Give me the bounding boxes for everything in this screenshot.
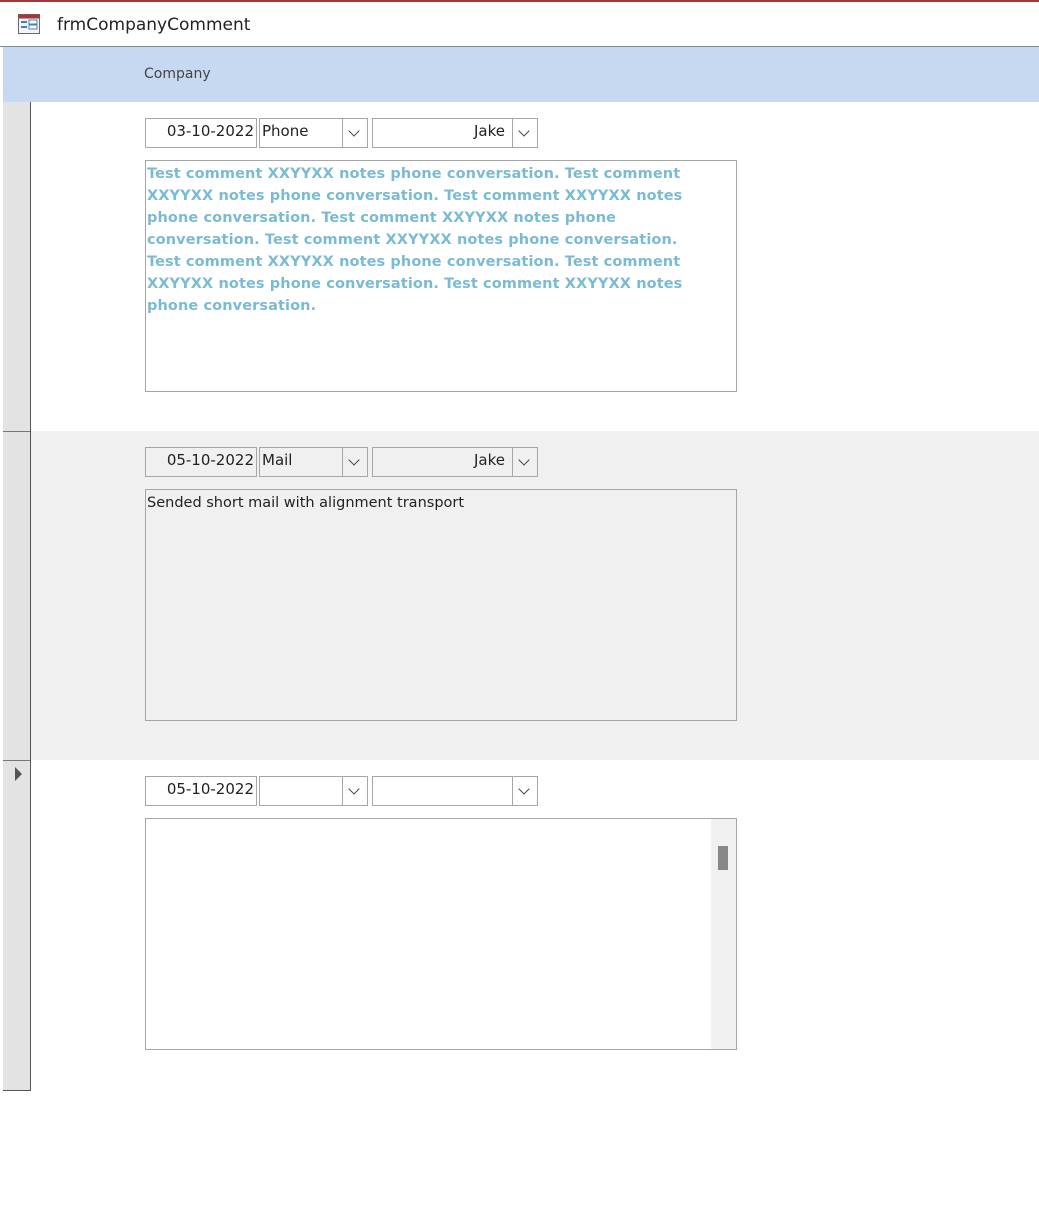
type-value: Mail	[262, 451, 293, 469]
type-dropdown-button[interactable]	[342, 448, 367, 476]
user-dropdown-button[interactable]	[512, 777, 537, 805]
type-dropdown-button[interactable]	[342, 777, 367, 805]
scrollbar-thumb[interactable]	[718, 846, 728, 870]
chevron-down-icon	[348, 783, 360, 795]
vertical-scrollbar[interactable]	[711, 819, 736, 1049]
user-dropdown-button[interactable]	[512, 119, 537, 147]
title-bar: frmCompanyComment	[0, 2, 1039, 47]
type-combobox[interactable]: Mail	[259, 447, 368, 477]
header-label-company: Company	[144, 66, 211, 82]
record-3: 05-10-2022	[31, 760, 1039, 1089]
chevron-down-icon	[518, 125, 530, 137]
user-combobox[interactable]	[372, 776, 538, 806]
form-icon	[18, 14, 40, 34]
date-field[interactable]: 05-10-2022	[145, 776, 257, 806]
user-dropdown-button[interactable]	[512, 448, 537, 476]
form-title: frmCompanyComment	[57, 15, 251, 35]
type-dropdown-button[interactable]	[342, 119, 367, 147]
user-combobox[interactable]: Jake	[372, 118, 538, 148]
record-1: 03-10-2022 Phone Jake Test comment XXYYX…	[31, 102, 1039, 431]
date-field[interactable]: 05-10-2022	[145, 447, 257, 477]
user-value: Jake	[474, 122, 505, 140]
comment-textbox[interactable]: Sended short mail with alignment transpo…	[145, 489, 737, 721]
user-value: Jake	[474, 451, 505, 469]
user-combobox[interactable]: Jake	[372, 447, 538, 477]
comment-textbox[interactable]: Test comment XXYYXX notes phone conversa…	[145, 160, 737, 392]
date-field[interactable]: 03-10-2022	[145, 118, 257, 148]
chevron-down-icon	[348, 125, 360, 137]
chevron-down-icon	[348, 454, 360, 466]
record-divider	[3, 760, 30, 761]
chevron-down-icon	[518, 783, 530, 795]
record-2: 05-10-2022 Mail Jake Sended short mail w…	[31, 431, 1039, 760]
record-pointer-icon[interactable]	[15, 767, 22, 781]
record-selector-column	[3, 102, 31, 1091]
type-combobox[interactable]: Phone	[259, 118, 368, 148]
type-value: Phone	[262, 122, 309, 140]
type-combobox[interactable]	[259, 776, 368, 806]
record-divider	[3, 431, 30, 432]
chevron-down-icon	[518, 454, 530, 466]
comment-textbox[interactable]	[145, 818, 737, 1050]
form-header: Company	[3, 47, 1039, 102]
